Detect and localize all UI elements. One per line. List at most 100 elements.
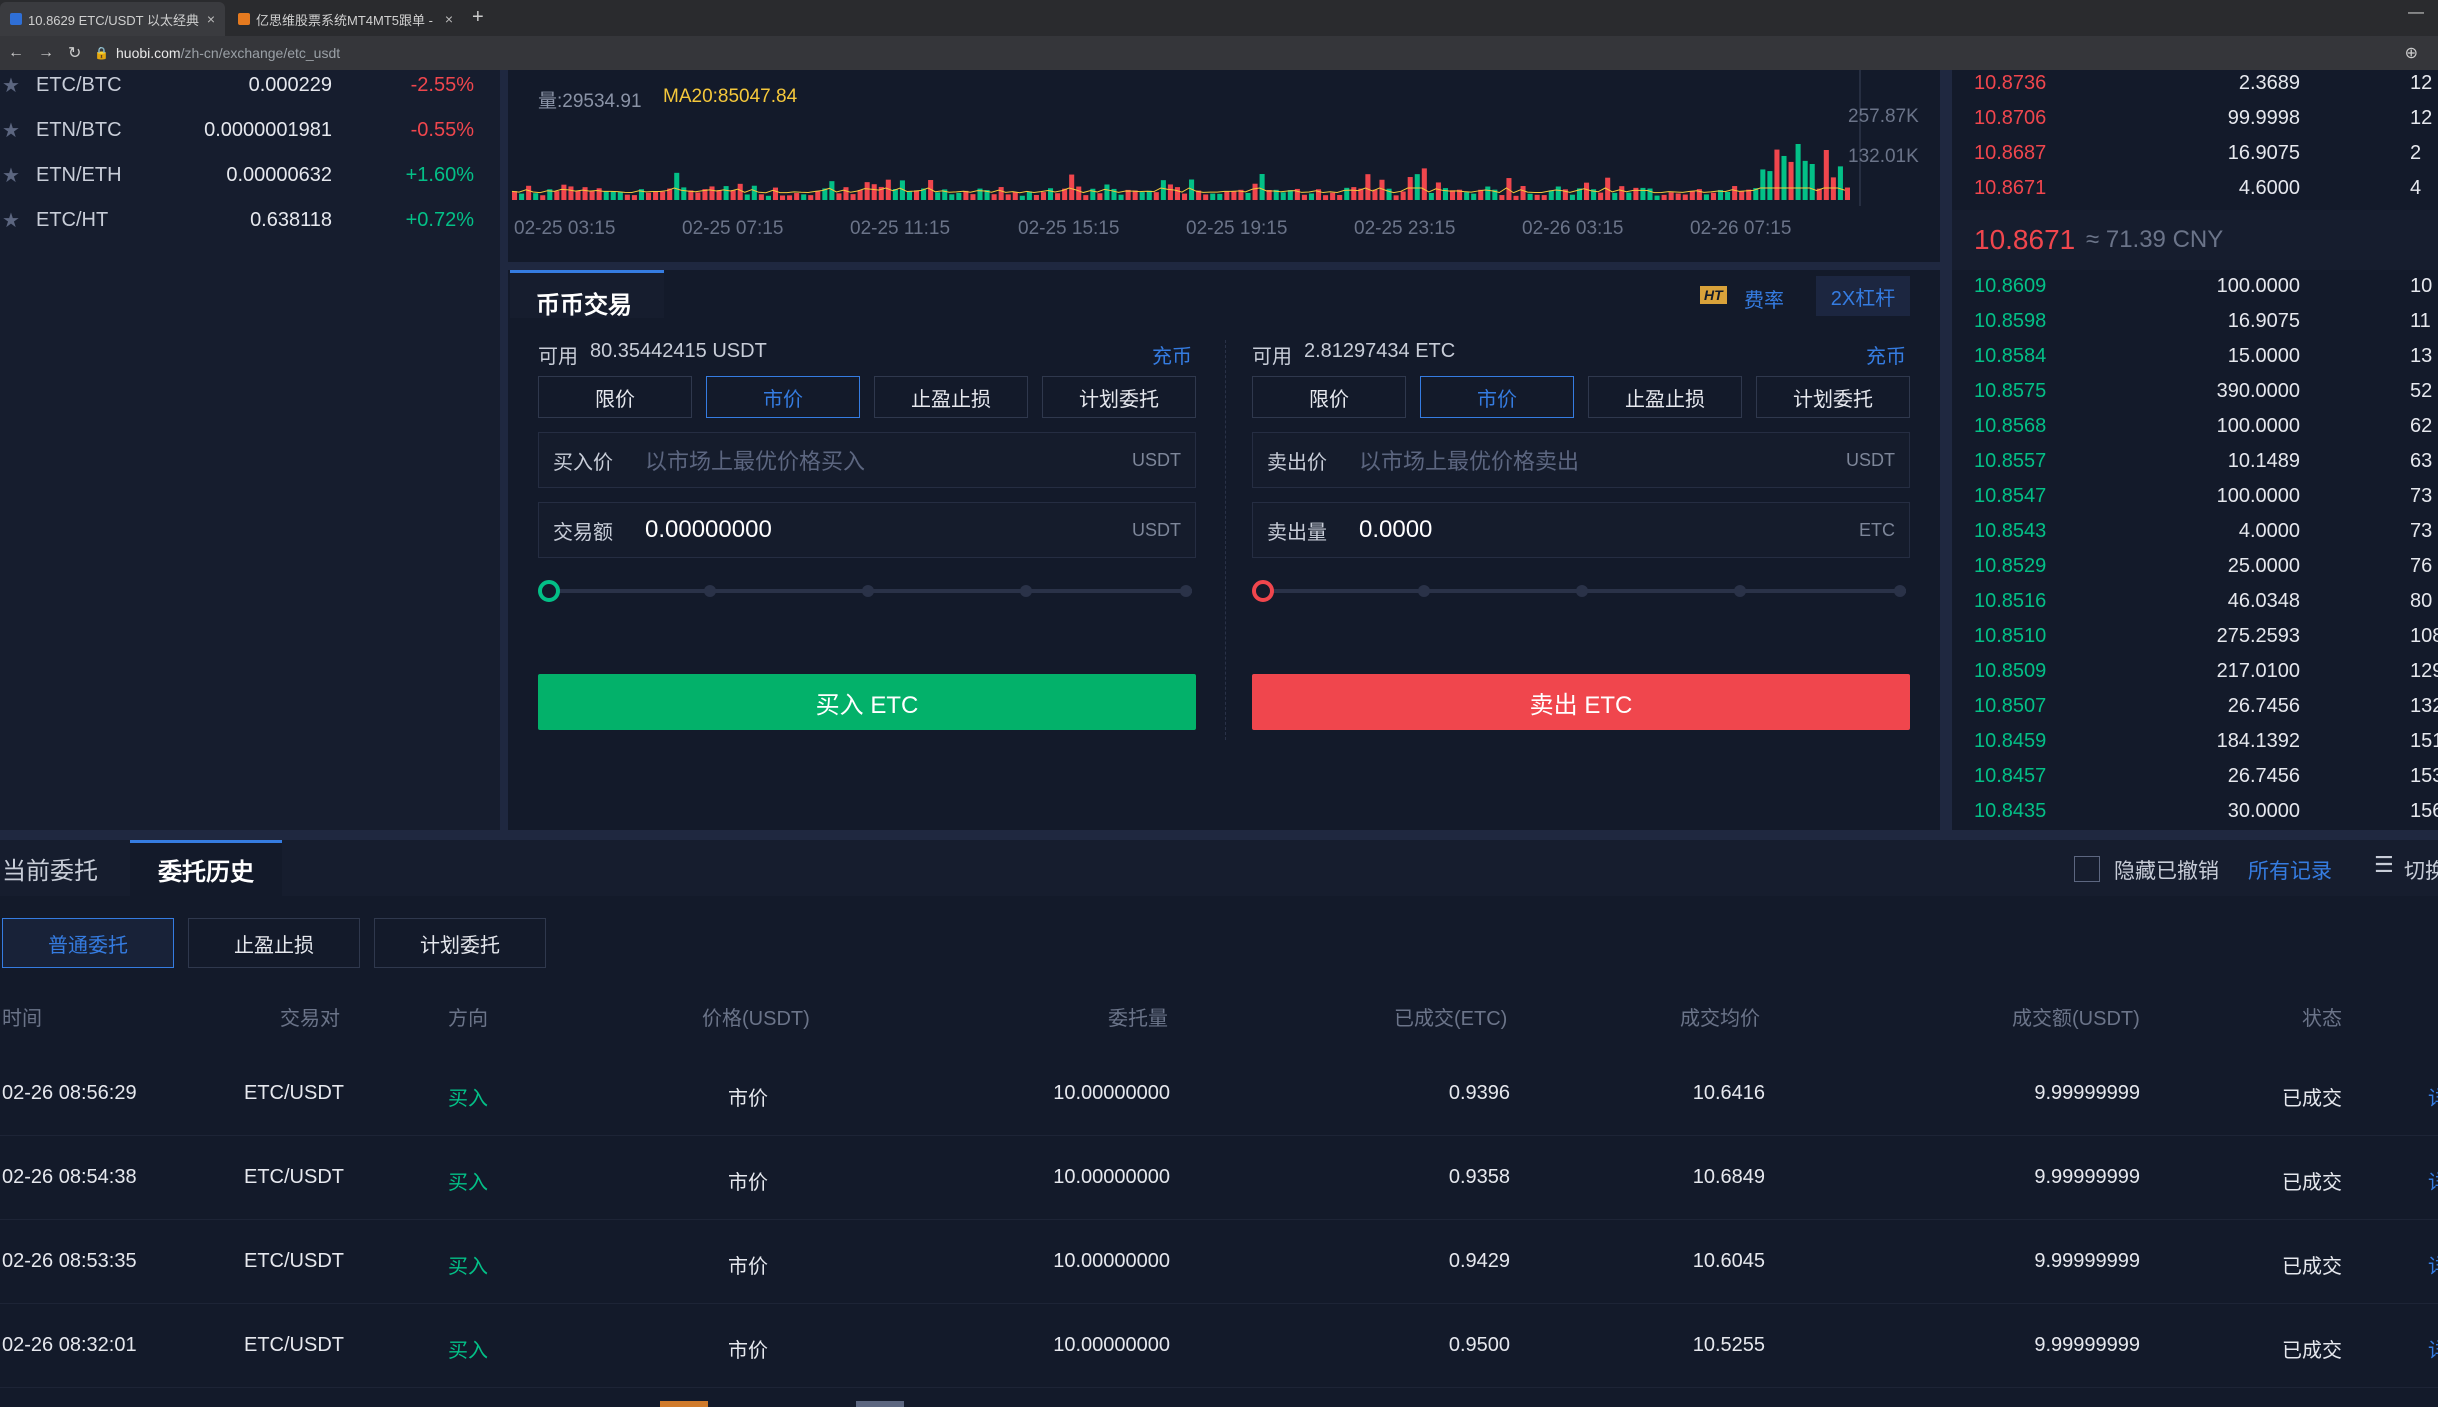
bid-row[interactable]: 10.8516 46.0348 80 (1952, 590, 2438, 625)
hide-cancelled-checkbox[interactable] (2074, 856, 2100, 882)
bid-row[interactable]: 10.8575 390.0000 52 (1952, 380, 2438, 415)
buy-deposit-link[interactable]: 充币 (1152, 340, 1192, 369)
zoom-icon[interactable]: ⊕ (2405, 43, 2418, 63)
star-icon[interactable]: ★ (2, 118, 20, 143)
sell-amount-field[interactable]: 卖出量 0.0000 ETC (1252, 502, 1910, 558)
star-icon[interactable]: ★ (2, 73, 20, 98)
sell-tab-trigger[interactable]: 计划委托 (1756, 376, 1910, 418)
sell-deposit-link[interactable]: 充币 (1866, 340, 1906, 369)
buy-available-label: 可用 (538, 346, 578, 368)
buy-amount-label: 交易额 (553, 521, 613, 544)
slider-step[interactable] (1020, 585, 1032, 597)
bid-row[interactable]: 10.8459 184.1392 151 (1952, 730, 2438, 765)
scrollbar-thumb[interactable] (856, 1401, 904, 1407)
trade-tab-active[interactable]: 币币交易 (510, 270, 664, 319)
market-row[interactable]: ★ ETN/ETH 0.00000632 +1.60% (0, 160, 490, 190)
volume-bar (772, 187, 778, 200)
browser-tab[interactable]: 亿思维股票系统MT4MT5跟单 - × (228, 2, 463, 36)
forward-icon[interactable]: → (38, 44, 54, 62)
hide-cancelled-label[interactable]: 隐藏已撤销 (2114, 855, 2219, 885)
slider-step[interactable] (1894, 585, 1906, 597)
buy-button[interactable]: 买入 ETC (538, 674, 1196, 730)
order-detail[interactable]: 详 (2428, 1334, 2438, 1363)
slider-handle[interactable] (538, 580, 560, 602)
buy-tab-limit[interactable]: 限价 (538, 376, 692, 418)
buy-tab-trigger[interactable]: 计划委托 (1042, 376, 1196, 418)
ask-row[interactable]: 10.8706 99.9998 12 (1952, 107, 2438, 142)
col-pair: 交易对 (280, 1008, 340, 1030)
slider-step[interactable] (1418, 585, 1430, 597)
order-total: 9.99999999 (2034, 1082, 2140, 1104)
tab-open-orders[interactable]: 当前委托 (2, 840, 98, 896)
minimize-icon[interactable]: — (2408, 4, 2424, 22)
bid-row[interactable]: 10.8547 100.0000 73 (1952, 485, 2438, 520)
bid-row[interactable]: 10.8507 26.7456 132 (1952, 695, 2438, 730)
switch-label[interactable]: 切换 (2404, 855, 2438, 885)
bid-row[interactable]: 10.8609 100.0000 10 (1952, 275, 2438, 310)
bid-row[interactable]: 10.8509 217.0100 129 (1952, 660, 2438, 695)
bid-row[interactable]: 10.8510 275.2593 108 (1952, 625, 2438, 660)
order-detail[interactable]: 详 (2428, 1250, 2438, 1279)
volume-bar (1682, 194, 1688, 200)
ask-row[interactable]: 10.8687 16.9075 2 (1952, 142, 2438, 177)
back-icon[interactable]: ← (8, 44, 24, 62)
buy-amount-field[interactable]: 交易额 0.00000000 USDT (538, 502, 1196, 558)
slider-step[interactable] (862, 585, 874, 597)
market-row[interactable]: ★ ETC/BTC 0.000229 -2.55% (0, 70, 490, 100)
bid-row[interactable]: 10.8584 15.0000 13 (1952, 345, 2438, 380)
bid-row[interactable]: 10.8557 10.1489 63 (1952, 450, 2438, 485)
buy-tab-stop[interactable]: 止盈止损 (874, 376, 1028, 418)
ask-row[interactable]: 10.8736 2.3689 12 (1952, 72, 2438, 107)
url-field[interactable]: huobi.com/zh-cn/exchange/etc_usdt (116, 45, 340, 61)
close-tab-icon[interactable]: × (207, 11, 215, 27)
subtab-trigger[interactable]: 计划委托 (374, 918, 546, 968)
book-amount: 4.0000 (2238, 520, 2300, 542)
new-tab-icon[interactable]: + (472, 6, 484, 29)
market-row[interactable]: ★ ETN/BTC 0.0000001981 -0.55% (0, 115, 490, 145)
subtab-normal[interactable]: 普通委托 (2, 918, 174, 968)
list-icon[interactable]: ☰ (2374, 852, 2394, 878)
buy-percent-slider[interactable] (538, 580, 1192, 602)
star-icon[interactable]: ★ (2, 208, 20, 233)
market-row[interactable]: ★ ETC/HT 0.638118 +0.72% (0, 205, 490, 235)
pair-name: ETC/HT (36, 208, 109, 231)
sell-tab-market[interactable]: 市价 (1420, 376, 1574, 418)
volume-bar (1802, 160, 1808, 200)
sell-price-field[interactable]: 卖出价 以市场上最优价格卖出 USDT (1252, 432, 1910, 488)
leverage-button[interactable]: 2X杠杆 (1816, 276, 1910, 316)
bid-row[interactable]: 10.8568 100.0000 62 (1952, 415, 2438, 450)
col-side: 方向 (448, 1008, 488, 1030)
bid-row[interactable]: 10.8598 16.9075 11 (1952, 310, 2438, 345)
order-detail[interactable]: 详 (2428, 1082, 2438, 1111)
reload-icon[interactable]: ↻ (68, 43, 81, 63)
sell-percent-slider[interactable] (1252, 580, 1906, 602)
buy-price-field[interactable]: 买入价 以市场上最优价格买入 USDT (538, 432, 1196, 488)
slider-step[interactable] (1180, 585, 1192, 597)
tab-order-history[interactable]: 委托历史 (130, 840, 282, 896)
order-detail[interactable]: 详 (2428, 1166, 2438, 1195)
sell-tab-limit[interactable]: 限价 (1252, 376, 1406, 418)
sell-button[interactable]: 卖出 ETC (1252, 674, 1910, 730)
volume-chart[interactable]: 量:29534.91 MA20:85047.84 257.87K 132.01K… (508, 70, 1940, 260)
ask-row[interactable]: 10.8671 4.6000 4 (1952, 177, 2438, 212)
slider-step[interactable] (1734, 585, 1746, 597)
bid-row[interactable]: 10.8529 25.0000 76 (1952, 555, 2438, 590)
fee-rate-link[interactable]: 费率 (1744, 284, 1784, 313)
slider-step[interactable] (704, 585, 716, 597)
star-icon[interactable]: ★ (2, 163, 20, 188)
close-tab-icon[interactable]: × (445, 11, 453, 27)
bid-row[interactable]: 10.8457 26.7456 153 (1952, 765, 2438, 800)
slider-handle[interactable] (1252, 580, 1274, 602)
book-total: 132 (2410, 695, 2438, 717)
scrollbar-thumb[interactable] (660, 1401, 708, 1407)
browser-tab-active[interactable]: 10.8629 ETC/USDT 以太经典 · × (0, 2, 225, 36)
volume-bar (660, 191, 666, 200)
buy-tab-market[interactable]: 市价 (706, 376, 860, 418)
bid-row[interactable]: 10.8543 4.0000 73 (1952, 520, 2438, 555)
order-time: 02-26 08:53:35 (2, 1250, 137, 1272)
slider-step[interactable] (1576, 585, 1588, 597)
sell-tab-stop[interactable]: 止盈止损 (1588, 376, 1742, 418)
book-price: 10.8509 (1974, 660, 2047, 682)
subtab-stop[interactable]: 止盈止损 (188, 918, 360, 968)
all-records-link[interactable]: 所有记录 (2248, 855, 2332, 885)
